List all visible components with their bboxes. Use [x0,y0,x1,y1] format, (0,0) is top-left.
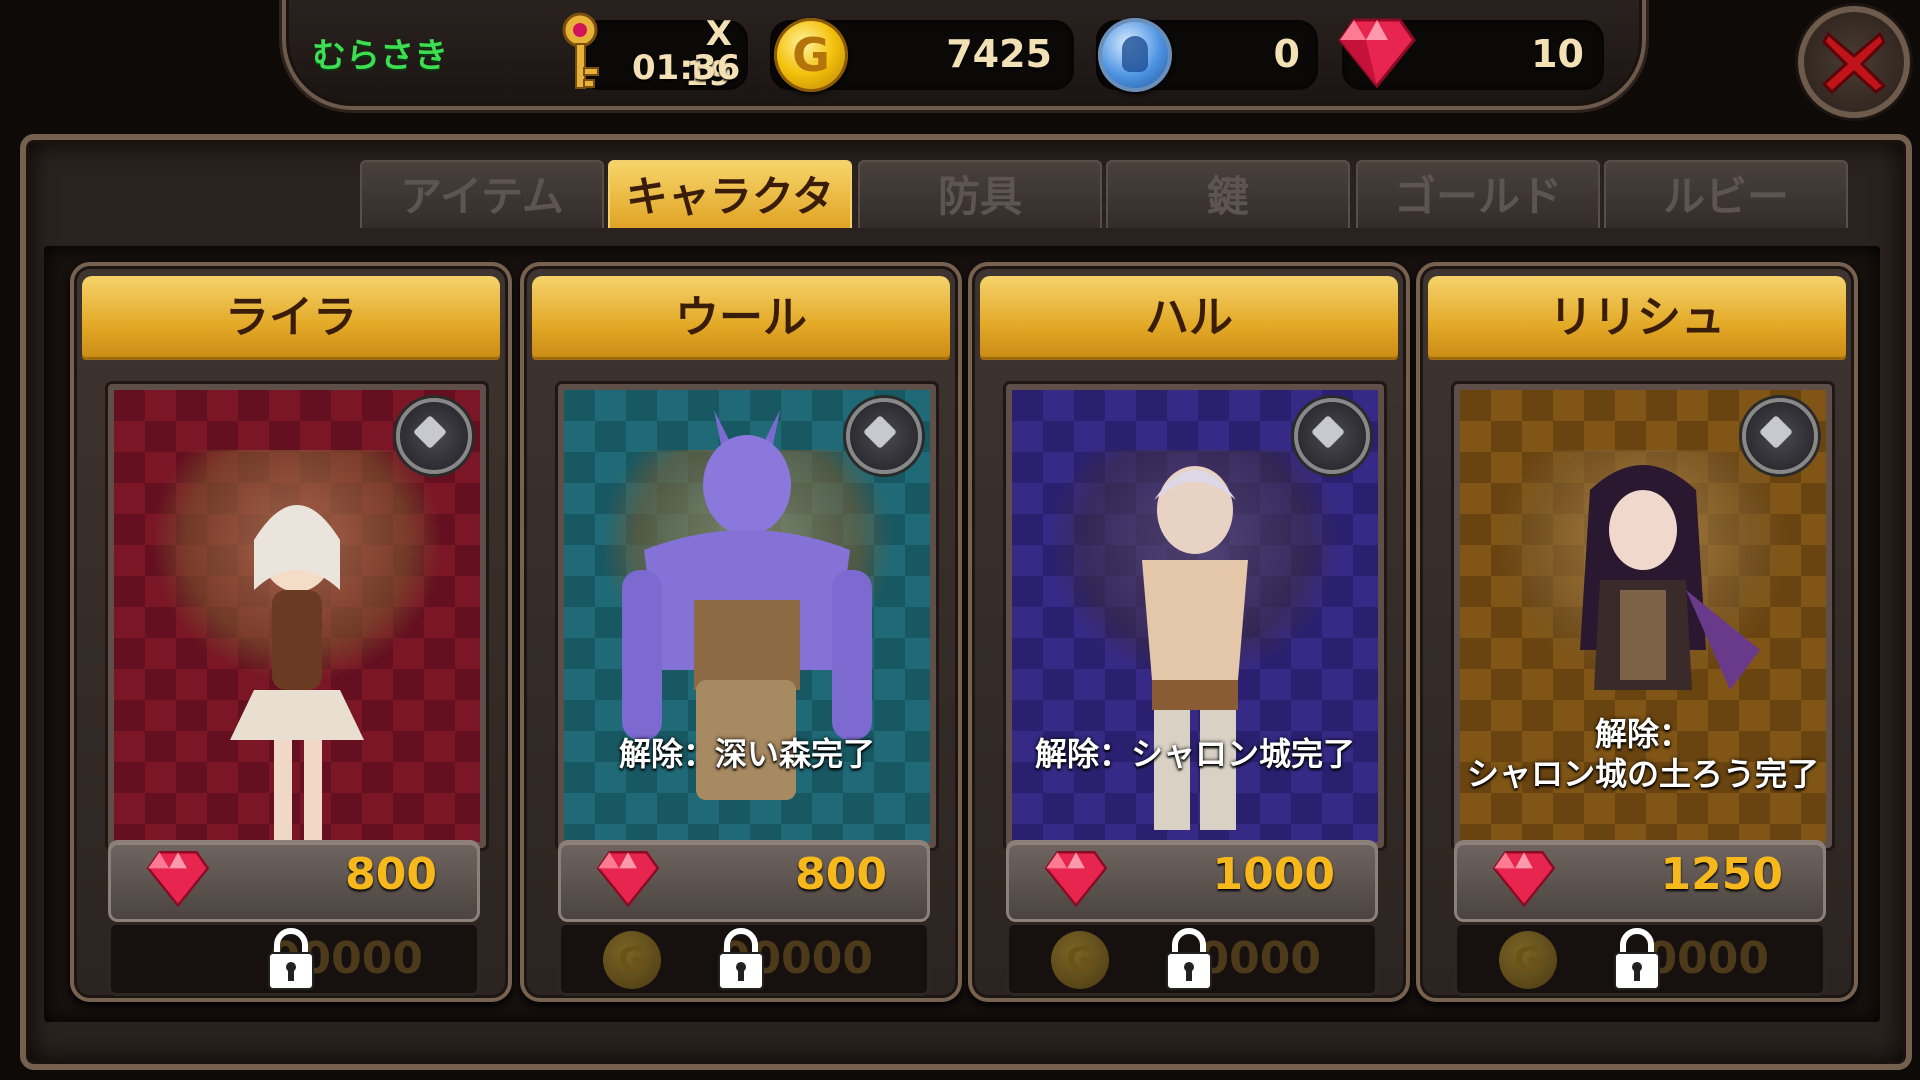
gold-value: 7425 [946,32,1052,76]
character-portrait: 解除： シャロン城の土ろう完了 [1454,384,1832,848]
lock-icon [718,928,764,990]
tab-keys[interactable]: 鍵 [1106,160,1350,228]
gold-coin-icon: G [1499,931,1557,989]
tab-ruby[interactable]: ルビー [1604,160,1848,228]
unlock-condition: 解除：深い森完了 [618,735,875,773]
class-warrior-icon [846,398,922,474]
character-portrait [108,384,486,848]
character-name: リリシュ [1428,276,1846,360]
unlock-condition-detail: シャロン城の土ろう完了 [1466,755,1819,793]
character-card-laila[interactable]: ライラ 800 00000 [70,262,512,1002]
gold-coin-icon: G [774,18,848,92]
close-button[interactable] [1798,6,1910,118]
unlock-condition: 解除：シャロン城完了 [1034,735,1355,773]
spirit-orb-icon [1098,18,1172,92]
close-icon [1821,31,1887,95]
ruby-price-button[interactable]: 1250 [1454,840,1826,922]
character-card-haru[interactable]: ハル 解除：シャロン城完了 1000 G 0000 [968,262,1410,1002]
lock-icon [268,928,314,990]
gold-price: 0000 [1198,933,1321,984]
gold-coin-icon: G [603,931,661,989]
gold-price-button-locked: 00000 [108,922,480,996]
gold-price-button-locked: G 0000 [1454,922,1826,996]
unlock-condition: 解除： [1594,715,1691,753]
character-portrait: 解除：深い森完了 [558,384,936,848]
gold-price: 0000 [1646,933,1769,984]
key-timer: 01:36 [632,48,741,88]
tab-characters[interactable]: キャラクター [608,160,852,291]
class-warrior-icon [1294,398,1370,474]
tab-armor[interactable]: 防具 [858,160,1102,228]
ruby-price-button[interactable]: 1000 [1006,840,1378,922]
ruby-price-button[interactable]: 800 [558,840,930,922]
character-card-lilish[interactable]: リリシュ 解除： シャロン城の土ろう完了 1250 G 0000 [1416,262,1858,1002]
character-name: ハル [980,276,1398,360]
ruby-gem-icon [596,851,660,908]
tab-items[interactable]: アイテム [360,160,604,228]
ruby-price-button[interactable]: 800 [108,840,480,922]
spirit-value: 0 [1273,32,1300,76]
ruby-price: 800 [345,849,437,900]
ruby-value: 10 [1531,32,1584,76]
class-rogue-icon [1742,398,1818,474]
gold-coin-icon: G [1051,931,1109,989]
ruby-price: 1250 [1660,849,1783,900]
class-mage-icon [396,398,472,474]
ruby-price: 800 [795,849,887,900]
character-name: ライラ [82,276,500,360]
key-icon [562,12,599,89]
character-portrait: 解除：シャロン城完了 [1006,384,1384,848]
gold-price-button-locked: G 00000 [558,922,930,996]
ruby-gem-icon [146,851,210,908]
character-name: ウール [532,276,950,360]
lock-icon [1614,928,1660,990]
ruby-gem-icon [1492,851,1556,908]
ruby-gem-icon [1338,18,1416,89]
lock-icon [1166,928,1212,990]
ruby-gem-icon [1044,851,1108,908]
tab-gold[interactable]: ゴールド [1356,160,1600,228]
ruby-price: 1000 [1212,849,1335,900]
gold-price-button-locked: G 0000 [1006,922,1378,996]
character-card-wool[interactable]: ウール 解除：深い森完了 800 G 00000 [520,262,962,1002]
player-name: むらさき [312,36,448,76]
